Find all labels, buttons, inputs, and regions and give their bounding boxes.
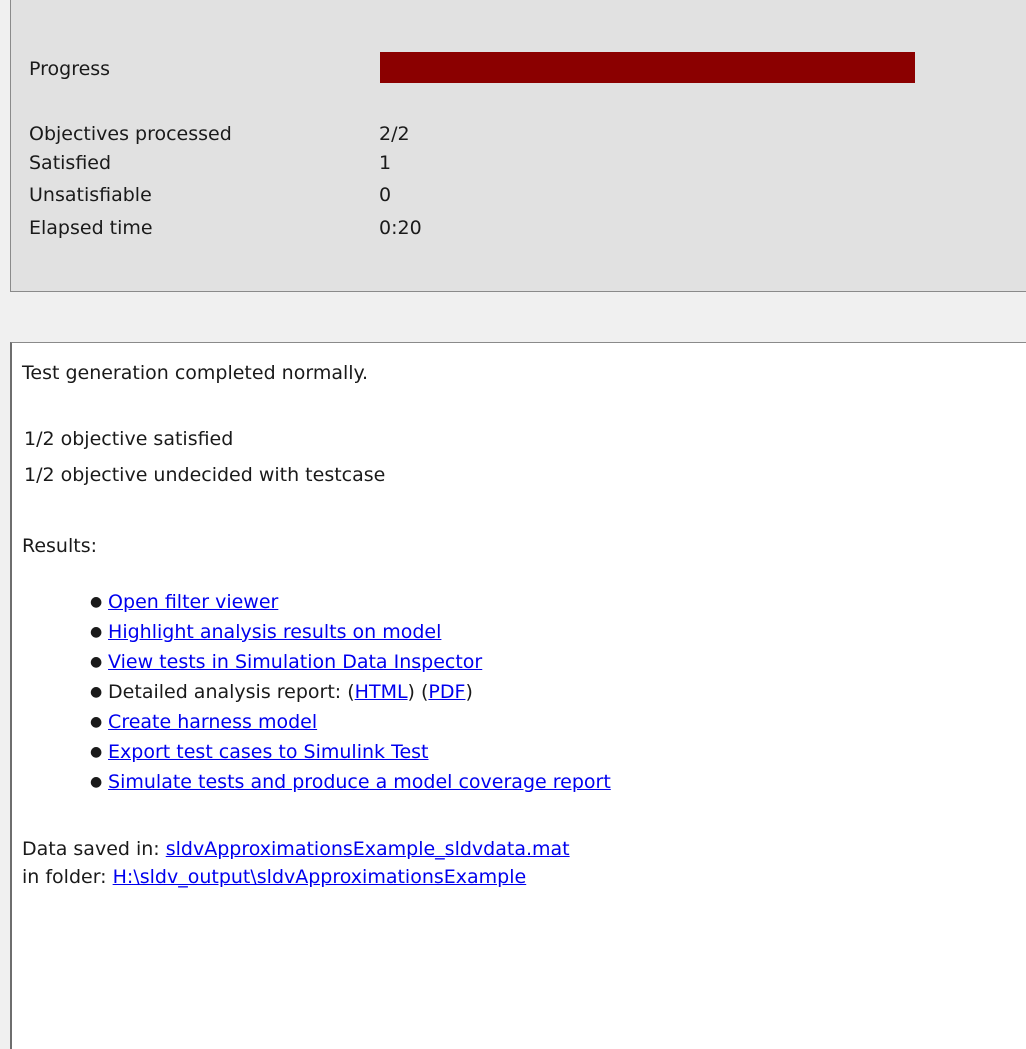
bullet-icon: ● bbox=[90, 744, 103, 760]
report-pdf-link[interactable]: PDF bbox=[428, 681, 465, 703]
list-item: ● Simulate tests and produce a model cov… bbox=[90, 767, 611, 797]
stat-label: Satisfied bbox=[29, 152, 112, 174]
stat-value: 0:20 bbox=[379, 217, 422, 239]
stat-value: 2/2 bbox=[379, 123, 410, 145]
list-item: ● Export test cases to Simulink Test bbox=[90, 737, 611, 767]
report-mid: ) ( bbox=[407, 681, 429, 703]
report-suffix: ) bbox=[465, 681, 473, 703]
data-saved-label: Data saved in: bbox=[22, 838, 166, 860]
list-item: ● Create harness model bbox=[90, 707, 611, 737]
stat-value: 0 bbox=[379, 184, 392, 206]
sldv-progress-window: Progress Objectives processed 2/2 Satisf… bbox=[0, 0, 1026, 1049]
report-prefix: Detailed analysis report: ( bbox=[108, 681, 355, 703]
results-panel: Test generation completed normally. 1/2 … bbox=[10, 342, 1026, 1049]
data-file-link[interactable]: sldvApproximationsExample_sldvdata.mat bbox=[166, 838, 570, 860]
report-html-link[interactable]: HTML bbox=[355, 681, 408, 703]
progress-panel: Progress Objectives processed 2/2 Satisf… bbox=[10, 0, 1026, 292]
folder-line: in folder: H:\sldv_output\sldvApproximat… bbox=[22, 865, 526, 889]
bullet-icon: ● bbox=[90, 624, 103, 640]
highlight-results-link[interactable]: Highlight analysis results on model bbox=[108, 621, 441, 643]
summary-satisfied: 1/2 objective satisfied bbox=[24, 428, 234, 450]
stat-label: Objectives processed bbox=[29, 123, 232, 145]
bullet-icon: ● bbox=[90, 774, 103, 790]
list-item: ● Open filter viewer bbox=[90, 587, 611, 617]
folder-path-link[interactable]: H:\sldv_output\sldvApproximationsExample bbox=[113, 866, 527, 888]
results-list: ● Open filter viewer ● Highlight analysi… bbox=[90, 587, 611, 797]
bullet-icon: ● bbox=[90, 594, 103, 610]
stat-label: Unsatisfiable bbox=[29, 184, 152, 206]
summary-undecided: 1/2 objective undecided with testcase bbox=[24, 464, 386, 486]
progress-bar bbox=[380, 52, 915, 83]
export-tests-link[interactable]: Export test cases to Simulink Test bbox=[108, 741, 428, 763]
bullet-icon: ● bbox=[90, 684, 103, 700]
stat-value: 1 bbox=[379, 152, 392, 174]
bullet-icon: ● bbox=[90, 714, 103, 730]
view-tests-link[interactable]: View tests in Simulation Data Inspector bbox=[108, 651, 482, 673]
list-item: ● View tests in Simulation Data Inspecto… bbox=[90, 647, 611, 677]
create-harness-link[interactable]: Create harness model bbox=[108, 711, 317, 733]
list-item: ● Highlight analysis results on model bbox=[90, 617, 611, 647]
stat-label: Elapsed time bbox=[29, 217, 153, 239]
bullet-icon: ● bbox=[90, 654, 103, 670]
progress-label: Progress bbox=[29, 58, 111, 80]
progress-bar-fill bbox=[380, 52, 915, 83]
list-item: ● Detailed analysis report: (HTML) (PDF) bbox=[90, 677, 611, 707]
data-saved-line: Data saved in: sldvApproximationsExample… bbox=[22, 837, 570, 861]
open-filter-viewer-link[interactable]: Open filter viewer bbox=[108, 591, 278, 613]
status-message: Test generation completed normally. bbox=[22, 362, 369, 384]
simulate-tests-link[interactable]: Simulate tests and produce a model cover… bbox=[108, 771, 611, 793]
folder-label: in folder: bbox=[22, 866, 113, 888]
results-heading: Results: bbox=[22, 535, 98, 557]
